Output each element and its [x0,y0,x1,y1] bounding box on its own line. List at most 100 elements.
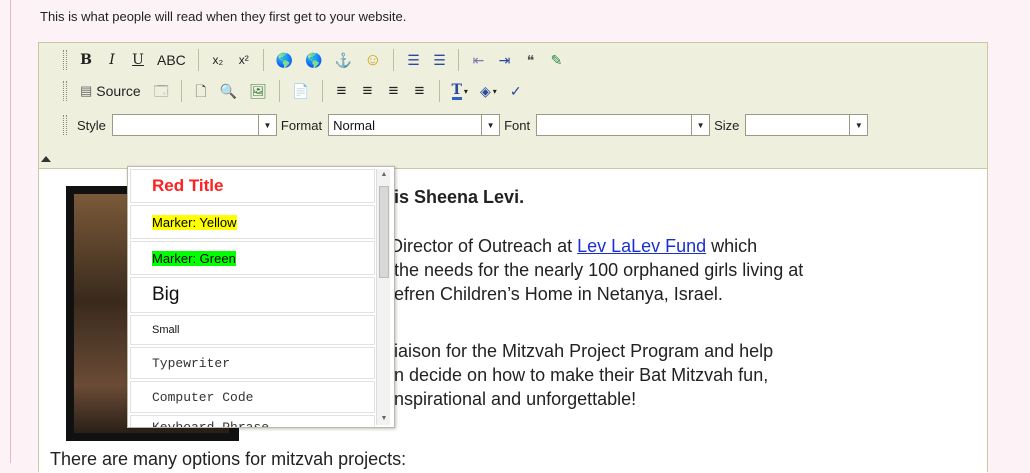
find-button[interactable]: 🔍 [216,80,241,102]
style-option-red-title[interactable]: Red Title [130,169,375,203]
toolbar-separator [180,80,182,102]
image-icon: 🖼 [249,83,268,99]
link-icon: 🌎 [275,52,294,68]
style-option-marker-yellow[interactable]: Marker: Yellow [130,205,375,239]
align-left-icon: ≡ [336,81,347,100]
blockquote-button[interactable]: ❝ [519,49,541,71]
align-center-button[interactable]: ≡ [357,80,379,102]
bold-button[interactable]: B [75,49,97,71]
create-div-button[interactable]: ✎ [545,49,567,71]
page-left-border [10,0,11,463]
content-line-6: n decide on how to make their Bat Mitzva… [394,365,769,385]
unlink-button[interactable]: 🌎 [301,49,326,71]
toolbar-grip[interactable] [63,81,67,101]
toolbar-grip[interactable] [63,115,67,135]
spellcheck-icon: ✓ [509,83,522,99]
style-option-typewriter[interactable]: Typewriter [130,347,375,379]
lev-lalev-fund-link[interactable]: Lev LaLev Fund [577,236,706,256]
style-option-marker-green[interactable]: Marker: Green [130,241,375,275]
toolbar-separator [279,80,281,102]
italic-button[interactable]: I [101,49,123,71]
scroll-up-icon[interactable]: ▲ [379,170,389,180]
toolbar-grip[interactable] [63,50,67,70]
image-button[interactable]: 🖼 [245,80,271,102]
toolbar-row-2: ▤ Source 🗔 🗋 🔍 🖼 📄 ≡ ≡ ≡ ≡ T ▾ ◈ ▾ ✓ [63,77,529,105]
align-right-button[interactable]: ≡ [383,80,405,102]
background-color-icon: ◈ [479,83,491,99]
indent-icon: ⇥ [498,52,511,68]
collapse-toolbar-icon[interactable] [41,156,51,162]
numbered-list-icon: ☰ [407,52,420,68]
content-line-2: Director of Outreach at Lev LaLev Fund w… [390,236,758,256]
toolbar-separator [197,49,199,71]
toolbar-separator [458,49,460,71]
bulleted-list-button[interactable]: ☰ [428,49,450,71]
new-page-icon: 🗋 [195,83,207,99]
content-line-5: liaison for the Mitzvah Project Program … [390,341,774,361]
editor-below-text: There are many options for mitzvah proje… [50,449,407,469]
indent-button[interactable]: ⇥ [493,49,515,71]
font-label: Font [504,117,531,133]
content-line-4: efren Children’s Home in Netanya, Israel… [394,284,723,304]
toolbar-separator [438,80,440,102]
anchor-icon: ⚓ [334,52,353,68]
style-option-small[interactable]: Small [130,315,375,345]
spellcheck-button[interactable]: ✓ [505,80,527,102]
format-combo[interactable]: Normal ▼ [328,114,501,136]
outdent-icon: ⇤ [472,52,485,68]
font-combo[interactable]: ▼ [536,114,711,136]
subscript-button[interactable]: x₂ [207,49,229,71]
justify-icon: ≡ [414,81,425,100]
style-combo[interactable]: ▼ [111,114,277,136]
anchor-button[interactable]: ⚓ [331,49,356,71]
text-color-button[interactable]: T ▾ [448,80,472,102]
size-combo[interactable]: ▼ [745,114,869,136]
style-value [113,115,258,135]
paste-text-icon: 📄 [292,83,310,99]
align-right-icon: ≡ [388,81,399,100]
superscript-button[interactable]: x² [233,49,255,71]
style-option-big[interactable]: Big [130,277,375,313]
content-line-7: inspirational and unforgettable! [390,389,637,409]
style-dropdown-icon[interactable]: ▼ [257,115,276,135]
content-line-3: the needs for the nearly 100 orphaned gi… [394,260,804,280]
justify-button[interactable]: ≡ [409,80,431,102]
intro-text: This is what people will read when they … [40,9,407,24]
font-dropdown-icon[interactable]: ▼ [691,115,710,135]
bulleted-list-icon: ☰ [433,52,446,68]
preview-button[interactable]: 🗔 [150,80,173,102]
dropdown-scrollbar[interactable]: ▲ ▼ [376,169,390,425]
content-line-1: e is Sheena Levi. [379,187,525,207]
toolbar-row-1: B I U ABC x₂ x² 🌎 🌎 ⚓ ☺ ☰ ☰ ⇤ ⇥ ❝ ✎ [63,46,569,74]
numbered-list-button[interactable]: ☰ [402,49,424,71]
toolbar-separator [393,49,395,71]
size-label: Size [714,117,740,133]
background-color-button[interactable]: ◈ ▾ [476,80,501,102]
format-label: Format [280,117,323,133]
align-left-button[interactable]: ≡ [331,80,353,102]
text-color-icon: T [451,81,462,100]
create-div-icon: ✎ [550,52,563,68]
underline-button[interactable]: U [127,49,149,71]
find-icon: 🔍 [219,83,238,99]
style-option-keyboard-phrase[interactable]: Keyboard Phrase [130,415,375,427]
new-page-button[interactable]: 🗋 [190,80,212,102]
scroll-down-icon[interactable]: ▼ [379,414,389,424]
style-label: Style [77,117,106,133]
style-option-computer-code[interactable]: Computer Code [130,381,375,413]
size-value [746,115,849,135]
outdent-button[interactable]: ⇤ [467,49,489,71]
scrollbar-thumb[interactable] [379,186,389,278]
source-button[interactable]: ▤ Source [75,80,146,102]
editor-toolbar: B I U ABC x₂ x² 🌎 🌎 ⚓ ☺ ☰ ☰ ⇤ ⇥ ❝ ✎ ▤ So… [39,43,987,169]
link-button[interactable]: 🌎 [272,49,297,71]
blockquote-icon: ❝ [526,52,535,68]
toolbar-row-3: Style ▼ Format Normal ▼ Font ▼ Size ▼ [63,111,869,139]
size-dropdown-icon[interactable]: ▼ [849,115,868,135]
style-dropdown-menu: Red Title Marker: Yellow Marker: Green B… [127,166,395,428]
smiley-button[interactable]: ☺ [360,49,385,71]
strikethrough-button[interactable]: ABC [153,49,190,71]
format-dropdown-icon[interactable]: ▼ [481,115,500,135]
paste-text-button[interactable]: 📄 [288,80,313,102]
toolbar-separator [262,49,264,71]
